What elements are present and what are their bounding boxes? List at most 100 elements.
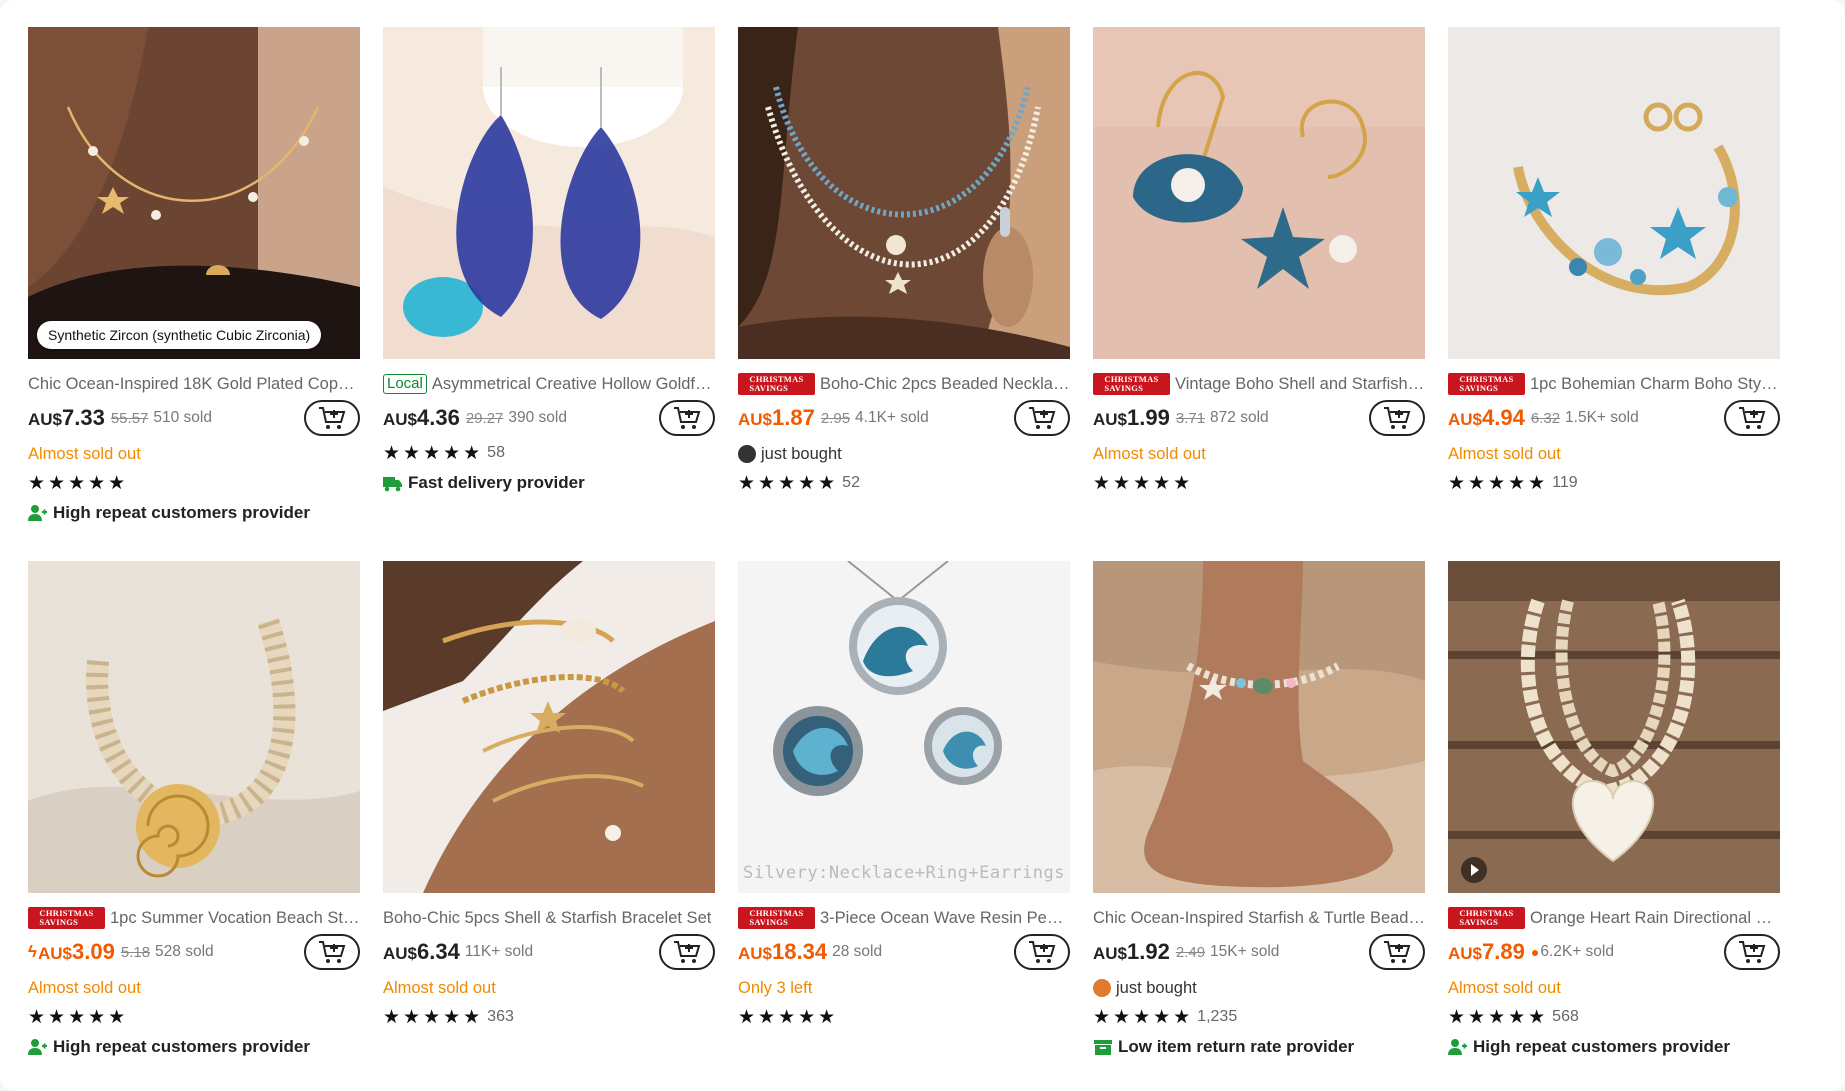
price: AU$1.87 — [738, 405, 815, 430]
product-card[interactable]: Synthetic Zircon (synthetic Cubic Zircon… — [28, 27, 360, 541]
sold-count: 528 sold — [155, 943, 214, 960]
sold-count: 15K+ sold — [1210, 943, 1280, 960]
add-to-cart-button[interactable] — [1724, 400, 1780, 436]
price-row: AU$4.94 6.32 1.5K+ sold — [1448, 399, 1780, 437]
price: AU$7.33 — [28, 405, 105, 430]
repeat-customers-icon — [28, 1039, 47, 1055]
product-title[interactable]: CHRISTMAS SAVINGS Boho-Chic 2pcs Beaded Ne… — [738, 373, 1070, 395]
product-card[interactable]: CHRISTMAS SAVINGS 1pc Bohemian Charm Boho … — [1448, 27, 1780, 541]
product-image[interactable] — [1448, 561, 1780, 893]
product-title[interactable]: Boho-Chic 5pcs Shell & Starfish Bracelet… — [383, 907, 715, 929]
provider-label: High repeat customers provider — [28, 1034, 360, 1060]
product-title[interactable]: CHRISTMAS SAVINGS 1pc Bohemian Charm Boho … — [1448, 373, 1780, 395]
star-rating: ★★★★★ — [28, 1006, 129, 1028]
price-row: AU$7.33 55.57 510 sold — [28, 399, 360, 437]
video-play-icon[interactable] — [1461, 857, 1487, 883]
product-card[interactable]: CHRISTMAS SAVINGS Vintage Boho Shell and S… — [1093, 27, 1425, 541]
repeat-customers-icon — [28, 505, 47, 521]
price: AU$1.99 — [1093, 405, 1170, 430]
add-to-cart-button[interactable] — [1369, 400, 1425, 436]
provider-label: Fast delivery provider — [383, 470, 715, 496]
star-rating: ★★★★★ — [1093, 472, 1194, 494]
sold-count: 872 sold — [1210, 409, 1269, 426]
product-title[interactable]: CHRISTMAS SAVINGS Orange Heart Rain Direct… — [1448, 907, 1780, 929]
recent-purchase: just bought — [738, 441, 1070, 467]
cart-plus-icon — [1384, 941, 1411, 963]
product-card[interactable]: Chic Ocean-Inspired Starfish & Turtle Be… — [1093, 561, 1425, 1075]
product-card[interactable]: CHRISTMAS SAVINGS Orange Heart Rain Direct… — [1448, 561, 1780, 1075]
cart-plus-icon — [1739, 941, 1766, 963]
product-title[interactable]: CHRISTMAS SAVINGS 1pc Summer Vocation Beac… — [28, 907, 360, 929]
add-to-cart-button[interactable] — [304, 400, 360, 436]
sold-count: 11K+ sold — [464, 943, 534, 960]
christmas-savings-badge: CHRISTMAS SAVINGS — [1093, 373, 1170, 395]
price: AU$3.09 — [38, 939, 115, 964]
beaded-necklace-image — [738, 27, 1070, 359]
add-to-cart-button[interactable] — [659, 934, 715, 970]
add-to-cart-button[interactable] — [659, 400, 715, 436]
image-tag: Synthetic Zircon (synthetic Cubic Zircon… — [37, 321, 322, 349]
price: AU$4.36 — [383, 405, 460, 430]
sold-count: 390 sold — [508, 409, 567, 426]
sold-count: 4.1K+ sold — [855, 409, 929, 426]
product-image[interactable] — [1093, 561, 1425, 893]
star-rating: ★★★★★ — [28, 472, 129, 494]
product-title[interactable]: CHRISTMAS SAVINGS 3-Piece Ocean Wave Resin… — [738, 907, 1070, 929]
heart-necklace-image — [1448, 561, 1780, 893]
review-count: 363 — [487, 1008, 514, 1025]
buyer-avatar-icon — [1093, 979, 1111, 997]
add-to-cart-button[interactable] — [304, 934, 360, 970]
product-image[interactable] — [738, 27, 1070, 359]
price-row: AU$7.89 ● 6.2K+ sold — [1448, 933, 1780, 971]
review-count: 58 — [487, 444, 505, 461]
add-to-cart-button[interactable] — [1014, 400, 1070, 436]
necklace-image — [28, 27, 360, 359]
product-image[interactable] — [1093, 27, 1425, 359]
return-box-icon — [1094, 1040, 1112, 1055]
original-price: 2.95 — [820, 409, 851, 427]
product-card[interactable]: Boho-Chic 5pcs Shell & Starfish Bracelet… — [383, 561, 715, 1075]
sold-count: 28 sold — [832, 943, 883, 960]
star-rating: ★★★★★ 568 — [1448, 1006, 1579, 1028]
stock-status: Almost sold out — [28, 445, 141, 463]
sold-count: 510 sold — [153, 409, 212, 426]
ocean-wave-set-image — [738, 561, 1070, 893]
stock-status: Almost sold out — [383, 979, 496, 997]
product-card[interactable]: CHRISTMAS SAVINGS 1pc Summer Vocation Beac… — [28, 561, 360, 1075]
add-to-cart-button[interactable] — [1014, 934, 1070, 970]
earrings-image — [383, 27, 715, 359]
original-price: 2.49 — [1175, 943, 1206, 961]
product-image[interactable]: Synthetic Zircon (synthetic Cubic Zircon… — [28, 27, 360, 359]
price-row: AU$4.36 29.27 390 sold — [383, 399, 715, 437]
product-image[interactable] — [383, 27, 715, 359]
cart-plus-icon — [1029, 941, 1056, 963]
star-rating: ★★★★★ 52 — [738, 472, 860, 494]
cart-plus-icon — [1384, 407, 1411, 429]
product-image[interactable] — [28, 561, 360, 893]
product-title[interactable]: CHRISTMAS SAVINGS Vintage Boho Shell and S… — [1093, 373, 1425, 395]
product-card[interactable]: CHRISTMAS SAVINGS Boho-Chic 2pcs Beaded Ne… — [738, 27, 1070, 541]
cart-plus-icon — [674, 941, 701, 963]
product-card[interactable]: Silvery:Necklace+Ring+Earrings CHRISTMAS… — [738, 561, 1070, 1075]
review-count: 52 — [842, 474, 860, 491]
product-image[interactable] — [383, 561, 715, 893]
product-title[interactable]: Local Asymmetrical Creative Hollow Goldfi… — [383, 373, 715, 395]
product-grid-panel: Synthetic Zircon (synthetic Cubic Zircon… — [0, 0, 1845, 1091]
price-row: AU$18.34 28 sold — [738, 933, 1070, 971]
stock-status: Almost sold out — [1448, 445, 1561, 463]
product-card[interactable]: Local Asymmetrical Creative Hollow Goldfi… — [383, 27, 715, 541]
add-to-cart-button[interactable] — [1724, 934, 1780, 970]
product-title[interactable]: Chic Ocean-Inspired Starfish & Turtle Be… — [1093, 907, 1425, 929]
price: AU$18.34 — [738, 939, 828, 964]
rope-necklace-image — [28, 561, 360, 893]
stock-status: Almost sold out — [1093, 445, 1206, 463]
product-image[interactable] — [1448, 27, 1780, 359]
cart-plus-icon — [674, 407, 701, 429]
star-rating: ★★★★★ 1,235 — [1093, 1006, 1238, 1028]
product-image[interactable]: Silvery:Necklace+Ring+Earrings — [738, 561, 1070, 893]
product-title[interactable]: Chic Ocean-Inspired 18K Gold Plated Copp… — [28, 373, 360, 395]
stock-status: Only 3 left — [738, 979, 813, 997]
original-price: 55.57 — [110, 409, 149, 427]
review-count: 1,235 — [1197, 1008, 1238, 1025]
add-to-cart-button[interactable] — [1369, 934, 1425, 970]
